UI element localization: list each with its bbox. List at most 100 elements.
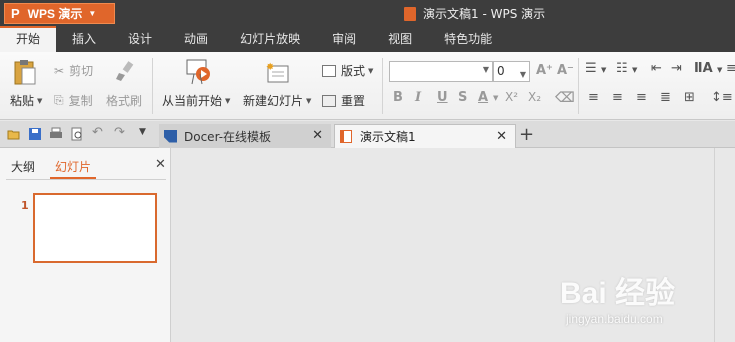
chevron-down-icon: ▼ — [482, 65, 489, 74]
redo-icon[interactable]: ↷ — [114, 125, 128, 140]
align-center-icon[interactable]: ≡ — [612, 90, 623, 105]
reset-icon — [322, 94, 336, 107]
tab-docer-templates[interactable]: Docer-在线模板 ✕ — [159, 124, 331, 148]
bullet-list-icon[interactable]: ☰ — [585, 61, 597, 76]
chevron-down-icon: ▼ — [225, 96, 231, 105]
subscript-button[interactable]: X₂ — [528, 90, 541, 104]
strikethrough-button[interactable]: S — [458, 90, 467, 105]
shrink-font-button[interactable]: A⁻ — [557, 63, 574, 78]
increase-indent-icon[interactable]: ⇥ — [671, 61, 682, 76]
reset-button[interactable]: 重置 — [322, 92, 365, 109]
superscript-button[interactable]: X² — [505, 90, 518, 104]
distribute-icon[interactable]: ⊞ — [684, 90, 695, 105]
slide-number: 1 — [21, 199, 29, 212]
open-folder-icon[interactable] — [7, 127, 21, 141]
format-painter-label: 格式刷 — [106, 94, 143, 108]
copy-icon: ⎘ — [54, 93, 64, 107]
tab-insert[interactable]: 插入 — [56, 26, 112, 52]
active-tab-indicator — [50, 177, 96, 179]
presentation-doc-icon — [404, 6, 416, 21]
paste-icon[interactable] — [12, 58, 38, 88]
chevron-down-icon: ▼ — [519, 70, 526, 79]
decrease-indent-icon[interactable]: ⇤ — [651, 61, 662, 76]
separator — [578, 58, 579, 114]
tab-outline[interactable]: 大纲 — [11, 158, 35, 175]
paste-button[interactable]: 粘贴 ▼ — [10, 92, 42, 109]
tab-home[interactable]: 开始 — [0, 26, 57, 52]
tab-slideshow[interactable]: 幻灯片放映 — [224, 26, 316, 52]
new-tab-plus-icon[interactable]: + — [519, 124, 537, 145]
app-name: WPS 演示 — [27, 7, 83, 21]
tab-label: Docer-在线模板 — [184, 129, 272, 144]
layout-label: 版式 — [341, 64, 366, 78]
layout-button[interactable]: 版式 ▼ — [322, 62, 373, 79]
watermark-brand: Bai 经验 — [560, 277, 676, 310]
paragraph-spacing-icon[interactable]: ↕≡ — [711, 90, 733, 105]
watermark-url: jingyan.baidu.com — [566, 312, 663, 326]
separator — [152, 58, 153, 114]
close-icon[interactable]: ✕ — [312, 128, 323, 143]
paste-label: 粘贴 — [10, 94, 35, 108]
numbered-list-icon[interactable]: ☷ — [616, 61, 628, 76]
print-preview-icon[interactable] — [70, 127, 84, 141]
tab-review[interactable]: 审阅 — [316, 26, 372, 52]
customize-dropdown-icon[interactable]: ▼ — [139, 127, 153, 141]
tab-special-features[interactable]: 特色功能 — [428, 26, 508, 52]
cut-button[interactable]: ✂ 剪切 — [54, 62, 93, 79]
svg-text:✸: ✸ — [266, 62, 274, 73]
play-from-current-icon[interactable] — [186, 58, 212, 86]
save-icon[interactable] — [28, 127, 42, 141]
line-spacing-icon[interactable]: ≡ — [726, 61, 735, 76]
justify-icon[interactable]: ≣ — [660, 90, 671, 105]
copy-button[interactable]: ⎘ 复制 — [54, 92, 93, 109]
slide-thumbnail[interactable] — [33, 193, 157, 263]
copy-label: 复制 — [68, 94, 93, 108]
chevron-down-icon[interactable]: ▼ — [601, 66, 606, 74]
window-title-text: 演示文稿1 - WPS 演示 — [423, 7, 546, 21]
font-color-button[interactable]: A — [478, 90, 488, 105]
brush-icon[interactable] — [114, 60, 136, 82]
close-icon[interactable]: ✕ — [155, 157, 166, 172]
start-from-current-button[interactable]: 从当前开始 ▼ — [162, 92, 230, 109]
text-direction-icon[interactable]: ⅡA — [694, 61, 713, 76]
undo-icon[interactable]: ↶ — [92, 125, 106, 140]
chevron-down-icon: ▼ — [88, 9, 97, 18]
chevron-down-icon: ▼ — [368, 66, 374, 75]
tab-view[interactable]: 视图 — [372, 26, 428, 52]
tab-presentation-1[interactable]: 演示文稿1 ✕ — [334, 124, 516, 148]
grow-font-button[interactable]: A⁺ — [536, 63, 553, 78]
tab-slides[interactable]: 幻灯片 — [55, 158, 91, 175]
print-icon[interactable] — [49, 127, 63, 141]
tab-animation[interactable]: 动画 — [168, 26, 224, 52]
bold-button[interactable]: B — [393, 90, 403, 105]
chevron-down-icon[interactable]: ▼ — [717, 66, 722, 74]
font-size-value: 0 — [497, 64, 505, 78]
chevron-down-icon[interactable]: ▼ — [632, 66, 637, 74]
new-slide-label: 新建幻灯片 — [243, 94, 304, 108]
chevron-down-icon[interactable]: ▼ — [493, 94, 498, 102]
align-right-icon[interactable]: ≡ — [636, 90, 647, 105]
new-slide-button[interactable]: 新建幻灯片 ▼ — [243, 92, 311, 109]
docer-icon — [164, 129, 177, 143]
title-bar: P WPS 演示 ▼ 演示文稿1 - WPS 演示 — [0, 0, 735, 26]
tab-design[interactable]: 设计 — [112, 26, 168, 52]
close-icon[interactable]: ✕ — [496, 129, 507, 144]
ribbon-toolbar: 粘贴 ▼ ✂ 剪切 ⎘ 复制 格式刷 从当前开始 ▼ ✸ 新建幻灯片 ▼ 版式 ▼ 重置 ▼… — [0, 52, 735, 120]
divider — [6, 179, 166, 180]
format-painter-button[interactable]: 格式刷 — [106, 92, 142, 109]
tab-label: 演示文稿1 — [360, 130, 416, 144]
underline-button[interactable]: U — [437, 90, 448, 105]
wps-logo-icon: P — [11, 6, 20, 21]
reset-label: 重置 — [341, 94, 366, 108]
layout-icon — [322, 64, 336, 77]
new-slide-icon[interactable]: ✸ — [264, 60, 290, 86]
clear-format-icon[interactable]: ⌫ — [555, 90, 575, 106]
menu-bar: 开始 插入 设计 动画 幻灯片放映 审阅 视图 特色功能 — [0, 26, 735, 52]
slide-panel: 大纲 幻灯片 ✕ 1 — [0, 148, 171, 342]
watermark: Bai 经验 jingyan.baidu.com — [560, 262, 730, 338]
font-size-select[interactable]: 0 ▼ — [493, 61, 530, 82]
align-left-icon[interactable]: ≡ — [588, 90, 599, 105]
font-family-select[interactable]: ▼ — [389, 61, 493, 82]
app-menu-button[interactable]: P WPS 演示 ▼ — [4, 3, 115, 24]
italic-button[interactable]: I — [415, 90, 421, 105]
